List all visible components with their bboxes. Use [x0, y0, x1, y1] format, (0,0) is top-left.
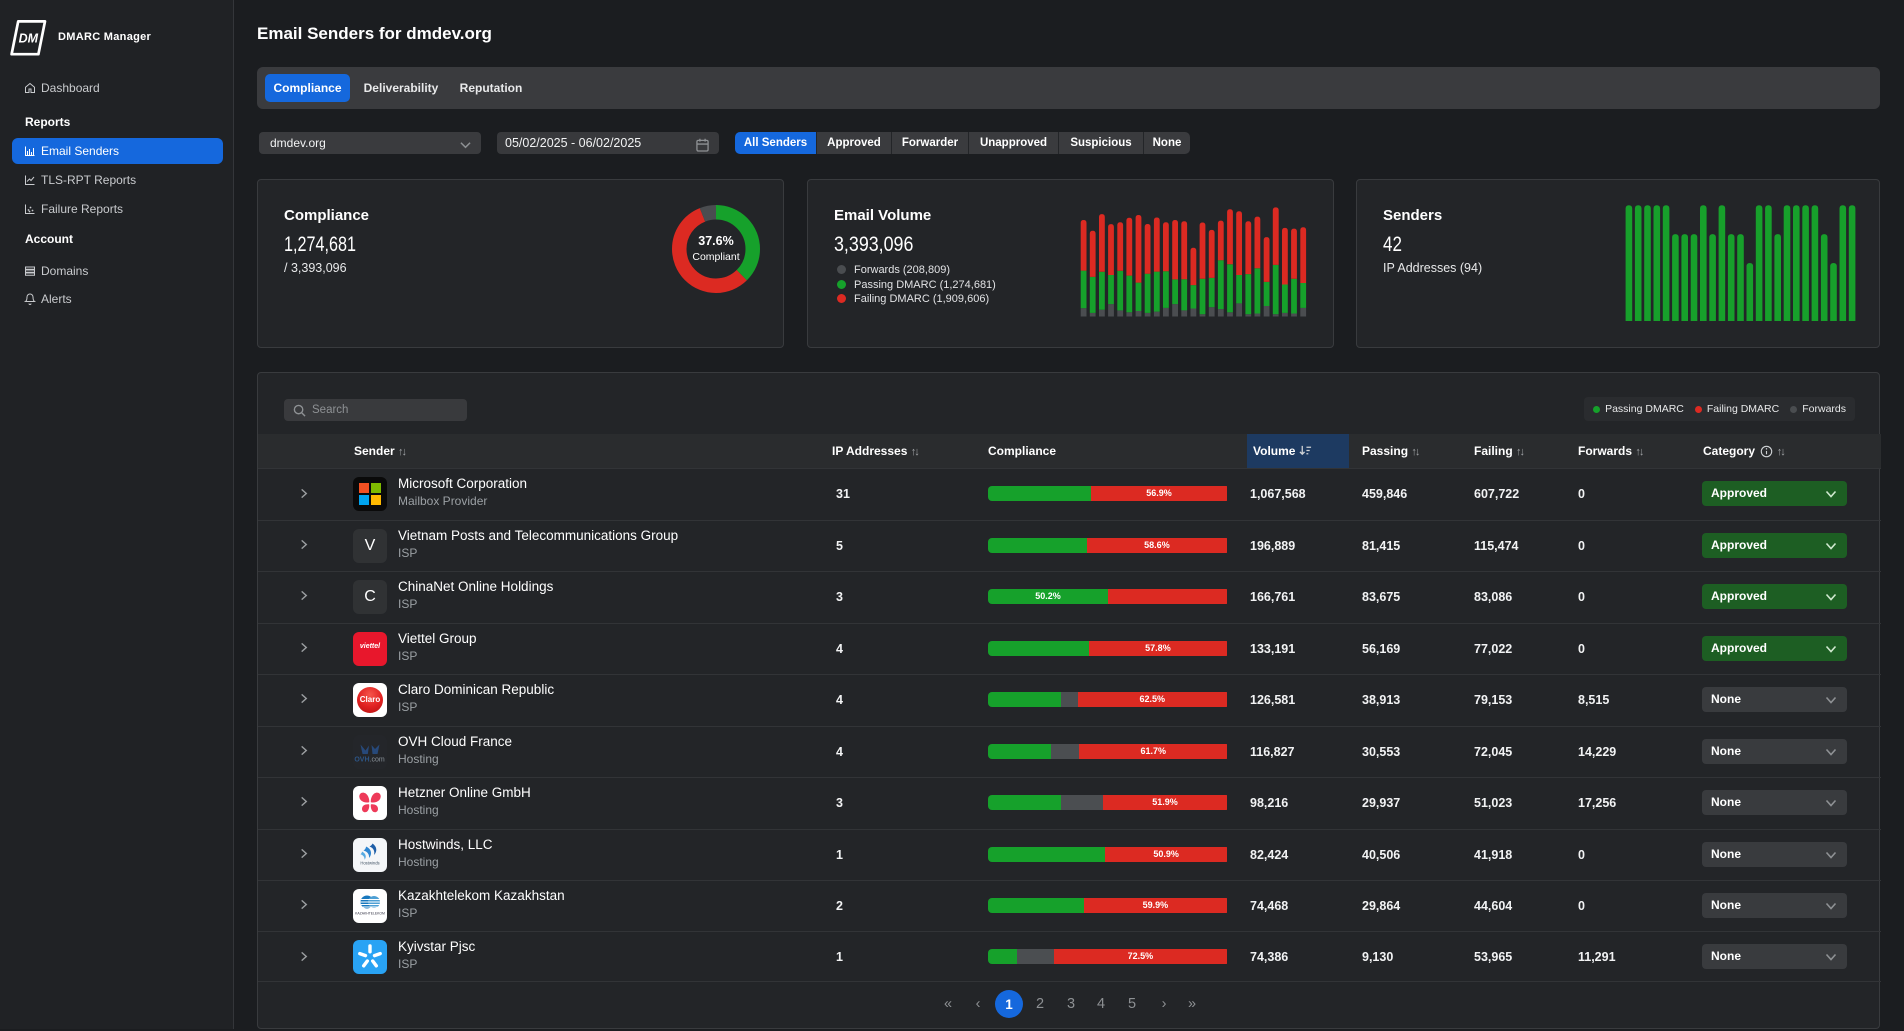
svg-text:KAZAKHTELEKOM: KAZAKHTELEKOM [355, 911, 385, 915]
svg-text:Compliant: Compliant [692, 251, 739, 263]
svg-text:Hostwinds: Hostwinds [360, 860, 379, 865]
svg-text:37.6%: 37.6% [698, 234, 733, 248]
svg-text:DM: DM [19, 32, 39, 46]
svg-text:OVH.com: OVH.com [354, 756, 385, 763]
